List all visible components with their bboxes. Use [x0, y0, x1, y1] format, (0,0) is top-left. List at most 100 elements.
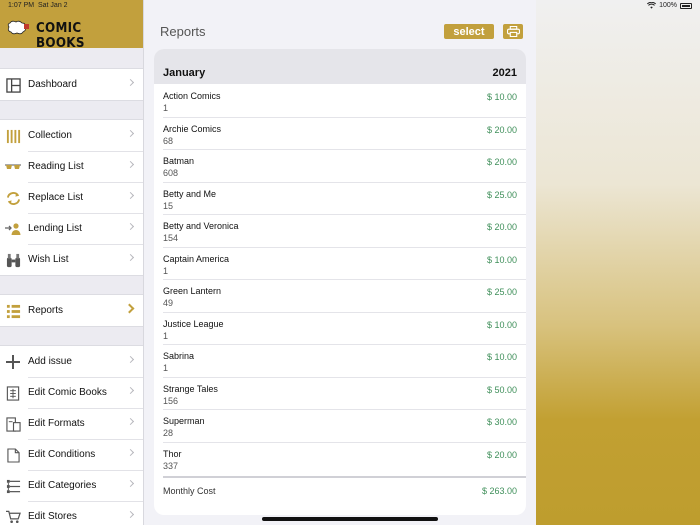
sidebar-item-label: Wish List	[28, 254, 69, 265]
sidebar-item-replace-list[interactable]: Replace List	[0, 182, 143, 213]
comic-title: Strange Tales	[163, 383, 218, 394]
dashboard-icon	[5, 77, 21, 93]
sidebar: COMIC BOOKS Dashboard Collection Reading…	[0, 0, 144, 525]
sidebar-group-dashboard: Dashboard	[0, 68, 143, 101]
report-row[interactable]: Green Lantern 49 $ 25.00	[154, 279, 526, 312]
sidebar-item-edit-comic-books[interactable]: Edit Comic Books	[0, 377, 143, 408]
status-time-date: 1:07 PM Sat Jan 2	[8, 2, 68, 9]
select-button[interactable]: select	[444, 24, 494, 39]
edit-conditions-icon	[5, 447, 21, 463]
comic-quantity: 15	[163, 200, 174, 211]
sidebar-item-edit-categories[interactable]: Edit Categories	[0, 470, 143, 501]
cart-icon	[5, 509, 21, 525]
report-year: 2021	[492, 67, 517, 79]
lending-icon	[5, 221, 21, 237]
comic-quantity: 156	[163, 395, 179, 406]
sidebar-item-collection[interactable]: Collection	[0, 120, 143, 151]
report-row[interactable]: Thor 337 $ 20.00	[154, 441, 526, 475]
comic-price: $ 25.00	[486, 189, 517, 200]
comic-title: Archie Comics	[163, 123, 222, 134]
report-row[interactable]: Batman 608 $ 20.00	[154, 149, 526, 182]
sidebar-item-wish-list[interactable]: Wish List	[0, 244, 143, 275]
sidebar-item-edit-stores[interactable]: Edit Stores	[0, 501, 143, 525]
sidebar-item-reading-list[interactable]: Reading List	[0, 151, 143, 182]
sidebar-group-lists: Collection Reading List Replace List Len…	[0, 119, 143, 276]
comic-price: $ 25.00	[486, 287, 517, 297]
report-row[interactable]: Sabrina 1 $ 10.00	[154, 344, 526, 377]
sidebar-item-label: Edit Comic Books	[28, 387, 107, 398]
battery-percent: 100%	[659, 2, 677, 9]
glasses-icon	[5, 159, 21, 175]
comic-quantity: 28	[163, 428, 174, 438]
refresh-icon	[5, 190, 21, 206]
sidebar-item-label: Edit Conditions	[28, 449, 96, 460]
comic-quantity: 608	[163, 168, 179, 178]
comic-price: $ 20.00	[486, 157, 517, 167]
report-row[interactable]: Justice League 1 $ 10.00	[154, 311, 526, 345]
sidebar-item-label: Replace List	[28, 192, 84, 203]
comic-title: Sabrina	[163, 351, 195, 361]
chevron-right-icon	[126, 253, 135, 262]
chevron-right-icon	[126, 479, 135, 488]
sidebar-group-edit: Add issue Edit Comic Books Edit Formats …	[0, 345, 143, 525]
chevron-right-icon	[126, 160, 135, 169]
comic-title: Betty and Me	[163, 188, 217, 199]
chevron-right-icon	[126, 222, 135, 231]
report-row[interactable]: Archie Comics 68 $ 20.00	[154, 116, 526, 150]
chevron-right-icon	[126, 448, 135, 457]
comic-quantity: 49	[163, 298, 174, 308]
monthly-total-row: Monthly Cost $ 263.00	[154, 478, 526, 504]
chevron-right-icon	[126, 355, 135, 364]
edit-books-icon	[5, 385, 21, 401]
brand-title: COMIC BOOKS	[36, 21, 85, 51]
comic-price: $ 50.00	[486, 384, 517, 395]
comic-price: $ 10.00	[486, 254, 517, 265]
sidebar-item-label: Reports	[28, 305, 64, 316]
comic-quantity: 154	[163, 233, 179, 243]
status-bar: 1:07 PM Sat Jan 2 100%	[0, 0, 700, 12]
report-row[interactable]: Betty and Me 15 $ 25.00	[154, 181, 526, 215]
comic-title: Action Comics	[163, 91, 221, 101]
collection-icon	[5, 128, 21, 144]
sidebar-item-lending-list[interactable]: Lending List	[0, 213, 143, 244]
comic-quantity: 1	[163, 363, 169, 373]
background-panel	[536, 0, 700, 525]
sidebar-item-add-issue[interactable]: Add issue	[0, 346, 143, 377]
chevron-right-icon	[124, 303, 135, 314]
chevron-right-icon	[126, 386, 135, 395]
status-right: 100%	[647, 2, 692, 9]
sidebar-item-edit-formats[interactable]: Edit Formats	[0, 408, 143, 439]
comic-title: Betty and Veronica	[163, 221, 239, 231]
comic-quantity: 337	[163, 460, 179, 471]
sidebar-item-reports[interactable]: Reports	[0, 295, 143, 326]
report-row[interactable]: Superman 28 $ 30.00	[154, 409, 526, 442]
comic-title: Batman	[163, 156, 195, 166]
edit-formats-icon	[5, 416, 21, 432]
comic-price: $ 20.00	[486, 449, 517, 460]
report-month: January	[163, 67, 206, 79]
sidebar-item-dashboard[interactable]: Dashboard	[0, 69, 143, 100]
comic-title: Superman	[163, 416, 205, 426]
monthly-cost-value: $ 263.00	[481, 486, 517, 496]
reports-icon	[5, 303, 21, 319]
home-indicator[interactable]	[262, 517, 438, 521]
battery-icon	[680, 2, 692, 9]
sidebar-item-label: Collection	[28, 130, 72, 141]
sidebar-group-reports: Reports	[0, 294, 143, 327]
wifi-icon	[647, 2, 657, 9]
sidebar-item-edit-conditions[interactable]: Edit Conditions	[0, 439, 143, 470]
sidebar-item-label: Dashboard	[28, 79, 77, 90]
report-row[interactable]: Captain America 1 $ 10.00	[154, 246, 526, 280]
report-row[interactable]: Betty and Veronica 154 $ 20.00	[154, 214, 526, 247]
report-row[interactable]: Strange Tales 156 $ 50.00	[154, 376, 526, 410]
edit-categories-icon	[5, 478, 21, 494]
report-header: January 2021	[154, 49, 526, 84]
comic-price: $ 10.00	[486, 352, 517, 362]
comic-logo-icon	[7, 20, 29, 35]
chevron-right-icon	[126, 191, 135, 200]
print-button[interactable]	[503, 24, 523, 39]
sidebar-item-label: Add issue	[28, 356, 72, 367]
reports-view: Reports select January 2021 Action Comic…	[144, 0, 536, 525]
report-row[interactable]: Action Comics 1 $ 10.00	[154, 84, 526, 117]
comic-price: $ 30.00	[486, 417, 517, 427]
